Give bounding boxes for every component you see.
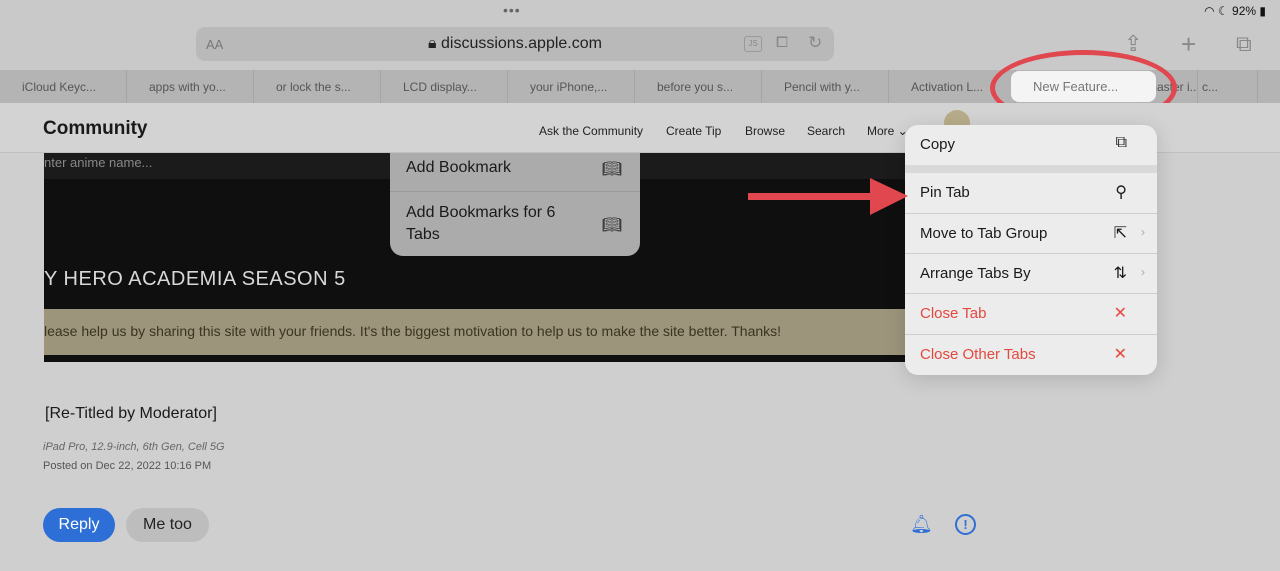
bell-icon[interactable]: 🔔︎ xyxy=(910,514,933,535)
tab-item[interactable]: before you s... xyxy=(635,70,762,103)
extension-icon[interactable]: ⧠ xyxy=(776,34,788,51)
reload-icon[interactable]: ↻ xyxy=(808,33,822,53)
move-icon: ⇱ xyxy=(1113,225,1127,242)
copy-icon: ⧉ xyxy=(1115,134,1127,151)
nav-browse[interactable]: Browse xyxy=(745,124,785,138)
close-icon: ✕ xyxy=(1113,346,1127,363)
menu-arrange-tabs[interactable]: Arrange Tabs By ⇅ › xyxy=(905,253,1157,293)
menu-move-to-tab-group[interactable]: Move to Tab Group ⇱ › xyxy=(905,213,1157,253)
new-tab-button[interactable]: + xyxy=(1181,29,1196,60)
nav-create-tip[interactable]: Create Tip xyxy=(666,124,721,138)
add-bookmark-item[interactable]: Add Bookmark 📖︎ xyxy=(390,159,640,178)
tabs-overview-icon[interactable]: ⧉ xyxy=(1236,31,1252,57)
bookmark-menu: Add Bookmark 📖︎ Add Bookmarks for 6 Tabs … xyxy=(390,153,640,256)
battery-percent: 92% xyxy=(1232,4,1257,18)
tab-item[interactable]: Pencil with y... xyxy=(762,70,889,103)
post-title: [Re-Titled by Moderator] xyxy=(45,405,217,422)
tab-item[interactable]: apps with yo... xyxy=(127,70,254,103)
address-bar[interactable]: AA 🔒︎ discussions.apple.com JS ⧠ ↻ xyxy=(196,27,834,61)
tab-item[interactable]: LCD display... xyxy=(381,70,508,103)
menu-close-tab[interactable]: Close Tab ✕ xyxy=(905,293,1157,333)
url-text: discussions.apple.com xyxy=(441,35,602,52)
tab-item[interactable]: iCloud Keyc... xyxy=(0,70,127,103)
book-icon: 📖︎ xyxy=(601,217,622,234)
tab-item[interactable]: or lock the s... xyxy=(254,70,381,103)
menu-separator xyxy=(905,165,1157,173)
tab-context-menu: Copy ⧉ Pin Tab ⚲ Move to Tab Group ⇱ › Arran… xyxy=(905,125,1157,375)
menu-pin-tab[interactable]: Pin Tab ⚲ xyxy=(905,173,1157,213)
post-date: Posted on Dec 22, 2022 10:16 PM xyxy=(43,460,212,472)
report-icon[interactable]: ! xyxy=(955,514,976,535)
share-icon[interactable]: ⇪ xyxy=(1124,31,1142,57)
arrange-icon: ⇅ xyxy=(1113,265,1127,282)
close-icon: ✕ xyxy=(1113,305,1127,322)
hero-title: Y HERO ACADEMIA SEASON 5 xyxy=(44,268,346,290)
chevron-right-icon: › xyxy=(1141,225,1145,239)
status-indicators: ◠ ☾ 92% ▮ xyxy=(1204,4,1266,18)
share-banner: lease help us by sharing this site with … xyxy=(44,309,905,355)
annotation-arrow xyxy=(748,178,908,215)
community-logo[interactable]: Community xyxy=(43,118,148,140)
book-icon: 📖︎ xyxy=(601,161,622,178)
menu-close-other-tabs[interactable]: Close Other Tabs ✕ xyxy=(905,334,1157,374)
multitasking-dots[interactable]: ••• xyxy=(503,2,521,18)
pin-icon: ⚲ xyxy=(1115,184,1127,201)
device-info: iPad Pro, 12.9-inch, 6th Gen, Cell 5G xyxy=(43,441,225,453)
add-bookmarks-tabs-item[interactable]: Add Bookmarks for 6 Tabs xyxy=(390,202,580,246)
chevron-right-icon: › xyxy=(1141,265,1145,279)
wifi-icon: ◠ ☾ xyxy=(1204,4,1233,18)
me-too-button[interactable]: Me too xyxy=(126,508,209,542)
nav-ask[interactable]: Ask the Community xyxy=(539,124,643,138)
js-extension-icon[interactable]: JS xyxy=(744,36,762,52)
nav-search[interactable]: Search xyxy=(807,124,845,138)
tab-item[interactable]: your iPhone,... xyxy=(508,70,635,103)
lock-icon: 🔒︎ xyxy=(428,35,441,52)
menu-copy[interactable]: Copy ⧉ xyxy=(905,125,1157,165)
battery-icon: ▮ xyxy=(1259,4,1266,18)
reply-button[interactable]: Reply xyxy=(43,508,115,542)
tab-item[interactable]: c... xyxy=(1198,70,1258,103)
nav-more[interactable]: More ⌄ xyxy=(867,124,908,138)
